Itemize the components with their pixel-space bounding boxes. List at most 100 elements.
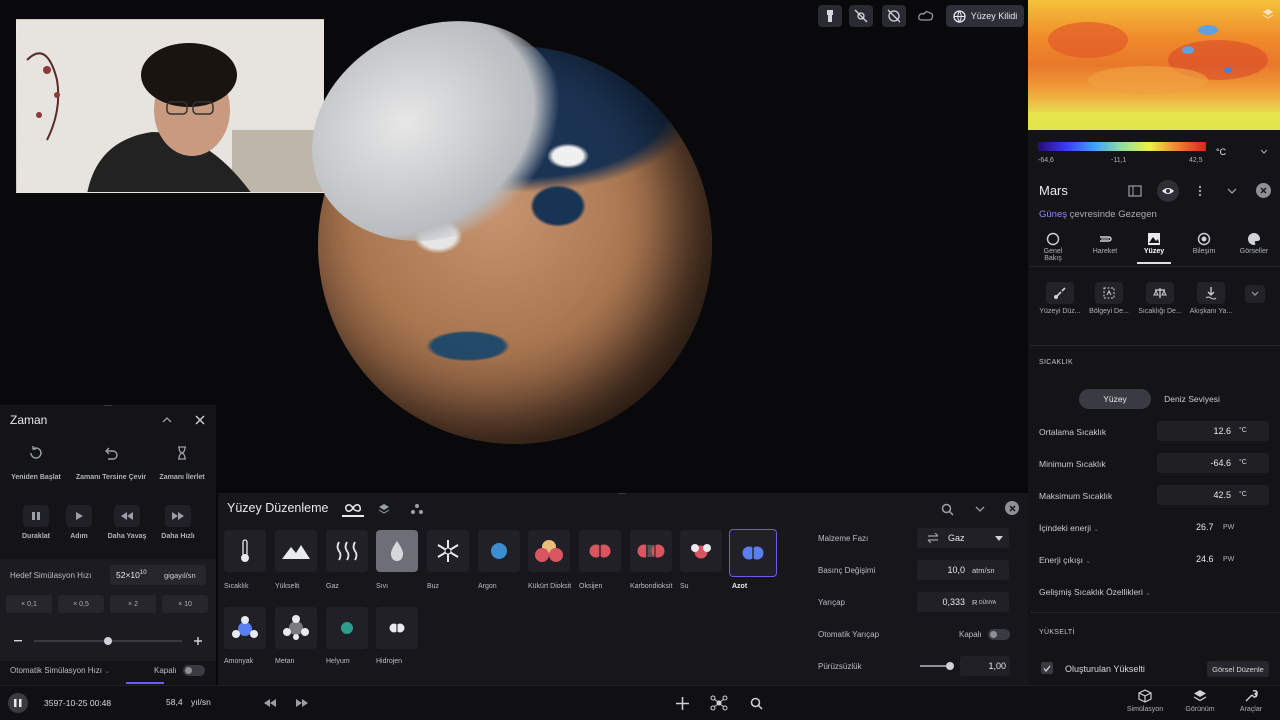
cloud-button[interactable]	[913, 5, 939, 27]
roughness-slider[interactable]	[920, 662, 954, 670]
collapse-surface-button[interactable]	[971, 500, 989, 518]
material-hydrogen[interactable]	[376, 607, 418, 649]
tool-label: Akışkanı Ya...	[1189, 308, 1233, 315]
tab-layers[interactable]	[376, 501, 392, 517]
material-oxygen[interactable]	[579, 530, 621, 572]
segment-surface[interactable]: Yüzey	[1079, 389, 1151, 409]
orbit-off-button[interactable]	[882, 5, 906, 27]
phase-dropdown[interactable]: Gaz	[917, 528, 1009, 548]
multiplier-2-button[interactable]: × 2	[110, 595, 156, 613]
more-options-button[interactable]	[1194, 183, 1206, 199]
decrease-speed-button[interactable]	[12, 635, 24, 647]
tab-visuals[interactable]: Görseller	[1236, 228, 1272, 255]
pause-button[interactable]: Duraklat	[14, 505, 58, 540]
unit-dropdown[interactable]: °C	[1216, 144, 1268, 160]
avg-temp-field[interactable]: 12.6 °C	[1157, 421, 1269, 441]
material-helium[interactable]	[326, 607, 368, 649]
map-layers-button[interactable]	[1262, 8, 1274, 20]
tab-molecules[interactable]	[409, 501, 425, 517]
material-sulfur-dioxide[interactable]	[528, 530, 570, 572]
nav-tools[interactable]: Araçlar	[1228, 689, 1274, 713]
fast-forward-button[interactable]	[294, 696, 310, 710]
nav-view[interactable]: Görünüm	[1177, 689, 1223, 713]
visibility-button[interactable]	[1157, 180, 1179, 202]
close-time-button[interactable]	[193, 413, 207, 427]
internal-energy-text: İçindeki enerji	[1039, 523, 1091, 533]
search-materials-button[interactable]	[938, 500, 956, 518]
multiplier-0-5-button[interactable]: × 0,5	[58, 595, 104, 613]
tool-fluid[interactable]: Akışkanı Ya...	[1185, 282, 1237, 315]
tab-overview[interactable]: Genel Bakış	[1036, 228, 1070, 262]
material-liquid[interactable]	[376, 530, 418, 572]
advance-time-button[interactable]: Zamanı İlerlet	[152, 445, 212, 481]
restart-button[interactable]: Yeniden Başlat	[6, 445, 66, 481]
surface-lock-button[interactable]: Yüzey Kilidi	[946, 5, 1024, 27]
rewind-button[interactable]	[262, 696, 278, 710]
roughness-slider-thumb[interactable]	[946, 662, 954, 670]
advanced-temp-toggle[interactable]: Gelişmiş Sıcaklık Özellikleri ⌄	[1039, 587, 1151, 597]
close-panel-button[interactable]	[1256, 183, 1271, 198]
material-ice[interactable]	[427, 530, 469, 572]
material-nitrogen[interactable]	[729, 529, 777, 577]
material-temperature[interactable]	[224, 530, 266, 572]
multiplier-0-1-button[interactable]: × 0,1	[6, 595, 52, 613]
material-label: Sıcaklık	[224, 583, 249, 590]
tab-composition[interactable]: Bileşim	[1187, 228, 1221, 255]
speed-slider-track[interactable]	[34, 637, 182, 645]
more-tools-button[interactable]	[1245, 285, 1265, 303]
max-temp-field[interactable]: 42.5 °C	[1157, 485, 1269, 505]
speed-slider-thumb[interactable]	[104, 637, 112, 645]
drag-handle[interactable]	[104, 405, 112, 406]
slower-button[interactable]: Daha Yavaş	[102, 505, 152, 540]
tab-surface[interactable]: Yüzey	[1137, 228, 1171, 264]
roughness-field[interactable]: 1,00	[960, 656, 1010, 676]
collapse-time-button[interactable]	[160, 413, 174, 427]
radius-field[interactable]: 0,333 R DÜNYA	[917, 592, 1009, 612]
material-ammonia[interactable]	[224, 607, 266, 649]
temperature-map[interactable]	[1028, 0, 1280, 130]
auto-speed-label[interactable]: Otomatik Simülasyon Hızı ⌄	[10, 666, 110, 675]
flashlight-button[interactable]	[818, 5, 842, 27]
generated-elevation-checkbox[interactable]	[1041, 662, 1053, 674]
chevron-down-icon	[1227, 188, 1237, 194]
target-speed-field[interactable]: 52×1010 gigayıl/sn	[110, 565, 206, 585]
play-pause-button[interactable]	[8, 693, 28, 713]
step-button[interactable]: Adım	[57, 505, 101, 540]
nav-label: Simülasyon	[1126, 706, 1164, 713]
multiplier-10-button[interactable]: × 10	[162, 595, 208, 613]
segment-sea-level[interactable]: Deniz Seviyesi	[1156, 389, 1228, 409]
material-gas[interactable]	[326, 530, 368, 572]
material-water[interactable]	[680, 530, 722, 572]
sidebar-toggle-button[interactable]	[1126, 183, 1144, 199]
reverse-time-button[interactable]: Zamanı Tersine Çevir	[74, 445, 148, 481]
tool-temperature[interactable]: Sıcaklığı De...	[1134, 282, 1186, 315]
light-off-button[interactable]	[849, 5, 873, 27]
energy-output-label[interactable]: Enerji çıkışı ⌄	[1039, 555, 1091, 565]
min-temp-field[interactable]: -64.6 °C	[1157, 453, 1269, 473]
material-elevation[interactable]	[275, 530, 317, 572]
planet-render[interactable]	[275, 0, 712, 444]
increase-speed-button[interactable]	[192, 635, 204, 647]
add-object-button[interactable]	[673, 694, 691, 712]
visual-edit-button[interactable]: Görsel Düzenle	[1207, 661, 1269, 677]
material-argon[interactable]	[478, 530, 520, 572]
material-co2[interactable]	[630, 530, 672, 572]
star-link[interactable]: Güneş	[1039, 209, 1067, 220]
tab-infinite[interactable]	[342, 501, 364, 517]
tool-smooth-surface[interactable]: Yüzeyi Düz...	[1034, 282, 1086, 315]
internal-energy-label[interactable]: İçindeki enerji ⌄	[1039, 523, 1099, 533]
network-button[interactable]	[709, 693, 729, 713]
nav-simulation[interactable]: Simülasyon	[1122, 689, 1168, 713]
pressure-field[interactable]: 10,0 atm/sn	[917, 560, 1009, 580]
auto-radius-toggle[interactable]	[988, 629, 1010, 640]
target-speed-value: 52×1010	[116, 570, 147, 580]
drag-handle[interactable]	[618, 493, 626, 494]
tab-motion[interactable]: Hareket	[1088, 228, 1122, 255]
faster-button[interactable]: Daha Hızlı	[154, 505, 202, 540]
tool-region[interactable]: Bölgeyi De...	[1083, 282, 1135, 315]
material-methane[interactable]	[275, 607, 317, 649]
auto-speed-toggle[interactable]	[183, 665, 205, 676]
close-surface-button[interactable]	[1005, 501, 1019, 515]
search-button[interactable]	[747, 694, 765, 712]
collapse-panel-button[interactable]	[1225, 183, 1239, 199]
